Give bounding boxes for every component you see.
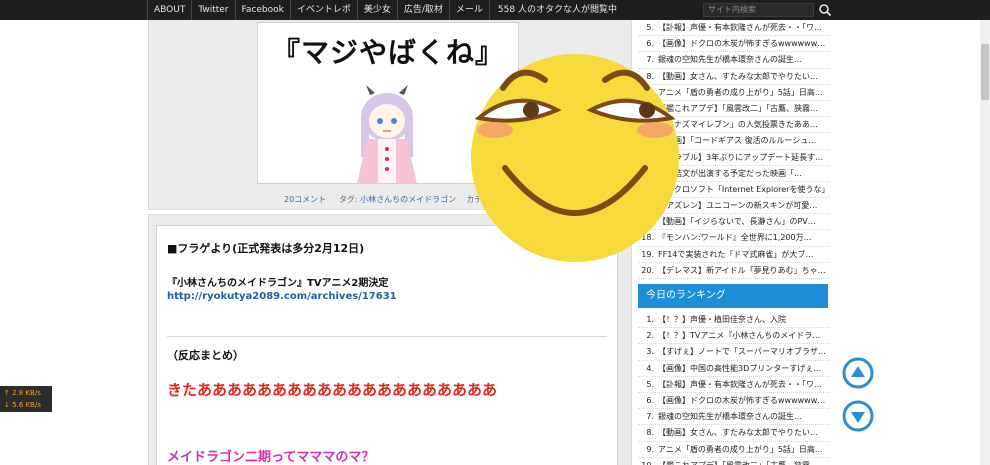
nav-item-about[interactable]: ABOUT: [147, 0, 193, 20]
ranking-title: 【！？】TVアニメ『小林さんちのメイドラ…: [658, 331, 821, 341]
tag-label: タグ:: [338, 195, 358, 204]
ranking-title: 【訃報】声優・有本欽隆さんが死去・・「ワ…: [658, 23, 822, 32]
tag-link[interactable]: 小林さんちのメイドラゴン: [360, 195, 456, 204]
ranking-number: 4.: [646, 363, 654, 373]
smirk-emoji-overlay: [471, 54, 679, 262]
source-url-link[interactable]: http://ryokutya2089.com/archives/17631: [167, 291, 607, 302]
visitor-count: 558 人のオタクな人が閲覧中: [497, 5, 617, 15]
ranking-title: 【すげぇ】ノートで「スーパーマリオブラザ…: [658, 347, 826, 357]
reaction-red-text: きたああああああああああああああああああああ: [167, 381, 498, 399]
ranking-title: 【！？】声優・植田佳奈さん、入院: [658, 315, 786, 324]
page-scrollbar[interactable]: [980, 20, 990, 465]
ranking-item[interactable]: 8. 【動画】女さん、すたみな太郎でやりたい…: [638, 425, 830, 442]
top-nav-bar: ABOUT Twitter Facebook イベントレポ 美少女 広告/取材 …: [0, 0, 990, 20]
ranking-title: 【画像】ドクロの木炭が怖すぎるwwwwww…: [658, 395, 826, 405]
ranking-number: 8.: [646, 428, 654, 438]
ranking-title: 【動画】女さん、すたみな太郎でやりたい…: [658, 428, 818, 438]
network-speed-widget: ↑ 2.8 KB/s ↓ 5.6 KB/s: [0, 386, 52, 412]
nav-item-mail[interactable]: メール: [450, 0, 490, 20]
ranking-item[interactable]: 9. アニメ「盾の勇者の成り上がり」5話」日高…: [638, 442, 830, 458]
ranking-title: 【画像】ドクロの木炭が怖すぎるwwwwww…: [658, 39, 826, 49]
scrollbar-thumb[interactable]: [981, 44, 989, 100]
nav-item-facebook[interactable]: Facebook: [236, 0, 291, 20]
ranking-item[interactable]: 2. 【！？】TVアニメ『小林さんちのメイドラ…: [638, 328, 830, 345]
today-ranking-sidebar: 1. 【！？】声優・植田佳奈さん、入院 2. 【！？】TVアニメ『小林さんちのメイドラ…: [638, 312, 830, 465]
ranking-number: 10.: [638, 458, 658, 465]
search-input[interactable]: サイト内検索: [703, 3, 814, 17]
ranking-title: 銀魂の空知先生が橋本環奈さんの誕生…: [658, 412, 802, 422]
ranking-number: 1.: [646, 315, 654, 324]
ranking-title: 【画像】中国の高性能3Dプリンターすげぇ…: [658, 363, 822, 373]
today-ranking-list: 1. 【！？】声優・植田佳奈さん、入院 2. 【！？】TVアニメ『小林さんちのメイドラ…: [638, 312, 830, 465]
ranking-item[interactable]: 10.【艦これアプデ】「風雲改二」「古鷹、狭霧…: [638, 458, 830, 465]
download-speed: ↓ 5.6 KB/s: [4, 401, 41, 409]
scroll-up-button[interactable]: [842, 357, 874, 389]
today-ranking-header: 今日のランキング: [638, 284, 828, 308]
nav-item-twitter[interactable]: Twitter: [192, 0, 236, 20]
kanna-character-illustration: [357, 85, 417, 183]
ranking-item[interactable]: 5. 【訃報】声優・有本欽隆さんが死去・・「ワ…: [638, 20, 830, 37]
ranking-item[interactable]: 6. 【画像】ドクロの木炭が怖すぎるwwwwww…: [638, 393, 830, 410]
ranking-item[interactable]: 4. 【画像】中国の高性能3Dプリンターすげぇ…: [638, 361, 830, 377]
reaction-magenta-text: メイドラゴン二期ってマママのマ？: [167, 450, 375, 465]
upload-speed: ↑ 2.8 KB/s: [4, 389, 41, 397]
nav-item-bishoujo[interactable]: 美少女: [358, 0, 398, 20]
ranking-number: 5.: [646, 379, 654, 389]
nav-menu: ABOUT Twitter Facebook イベントレポ 美少女 広告/取材 …: [147, 0, 625, 20]
ranking-title: アニメ「盾の勇者の成り上がり」5話」日高…: [658, 444, 823, 454]
reaction-header: （反応まとめ）: [167, 349, 244, 362]
ranking-number: 5.: [646, 23, 654, 32]
ranking-item[interactable]: 5. 【訃報】声優・有本欽隆さんが死去・・「ワ…: [638, 377, 830, 393]
divider: [167, 336, 607, 337]
ranking-title: 【艦これアプデ】「風雲改二」「古鷹、狭霧…: [658, 461, 818, 465]
nav-item-ads[interactable]: 広告/取材: [398, 0, 450, 20]
ranking-item[interactable]: 1. 【！？】声優・植田佳奈さん、入院: [638, 312, 830, 329]
ranking-number: 7.: [646, 412, 654, 422]
article-subtitle: 『小林さんちのメイドラゴン』TVアニメ2期決定: [167, 278, 389, 289]
ranking-number: 6.: [646, 395, 654, 405]
ranking-item[interactable]: 7. 銀魂の空知先生が橋本環奈さんの誕生…: [638, 409, 830, 426]
ranking-number: 2.: [646, 331, 654, 341]
scroll-down-button[interactable]: [842, 400, 874, 432]
search-icon[interactable]: [818, 3, 832, 17]
comment-count-link[interactable]: 20コメント: [284, 195, 326, 204]
ranking-number: 3.: [646, 347, 654, 357]
ranking-number: 9.: [646, 444, 654, 454]
ranking-item[interactable]: 3. 【すげぇ】ノートで「スーパーマリオブラザ…: [638, 344, 830, 361]
ranking-title: 【訃報】声優・有本欽隆さんが死去・・「ワ…: [658, 379, 822, 389]
nav-item-event-report[interactable]: イベントレポ: [291, 0, 358, 20]
